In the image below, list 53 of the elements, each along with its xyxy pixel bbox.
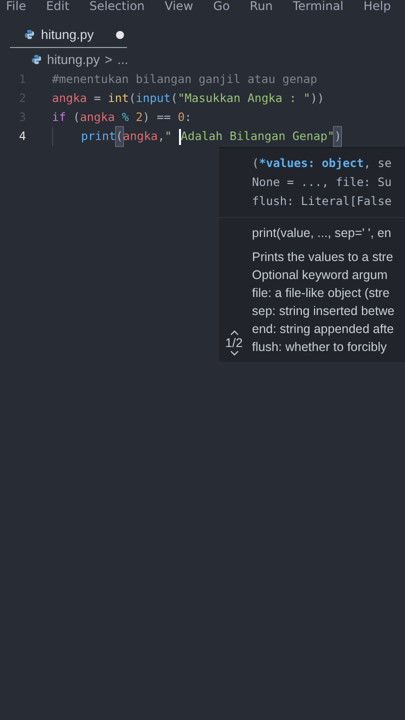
code-token: input bbox=[136, 90, 171, 107]
usage-text: print(value, ..., sep=' ', en bbox=[219, 217, 405, 244]
code-token: angka bbox=[122, 128, 158, 145]
doc-text: Optional keyword argum bbox=[252, 267, 388, 284]
signature-line: None = ..., file: Su bbox=[252, 174, 393, 191]
code-token: #menentukan bilangan ganjil atau genap bbox=[52, 71, 318, 88]
signature-line: (*values: object, se bbox=[252, 155, 393, 172]
code-token: 0 bbox=[178, 109, 185, 126]
code-token: " bbox=[164, 128, 173, 145]
code-token: angka bbox=[80, 109, 115, 126]
code-token: % bbox=[120, 109, 130, 126]
menu-item[interactable]: Selection bbox=[89, 0, 145, 12]
doc-text: flush: whether to forcibly bbox=[252, 339, 388, 356]
doc-text: Prints the values to a stre bbox=[252, 249, 394, 266]
code-token: ( bbox=[128, 90, 136, 107]
code-token: )) bbox=[310, 90, 324, 107]
code-token: angka bbox=[52, 90, 87, 107]
line-number: 4 bbox=[18, 128, 27, 145]
breadcrumb-item[interactable]: hitung.py bbox=[47, 52, 100, 66]
code-token: if bbox=[52, 109, 66, 126]
chevron-up-icon[interactable] bbox=[230, 330, 238, 336]
menu-item[interactable]: Run bbox=[250, 0, 273, 12]
code-token: ) bbox=[334, 127, 342, 146]
code-token: ( bbox=[116, 127, 123, 146]
menu-item[interactable]: Help bbox=[364, 0, 391, 12]
menu-item[interactable]: Go bbox=[213, 0, 230, 12]
breadcrumb-separator: > bbox=[104, 52, 112, 66]
code-token: "Masukkan Angka : " bbox=[178, 90, 310, 107]
code-token: print bbox=[81, 128, 116, 145]
overload-counter: 1/2 bbox=[225, 336, 243, 350]
doc-text: sep: string inserted betwe bbox=[252, 303, 396, 320]
code-token: int bbox=[108, 90, 129, 107]
menu-item[interactable]: Terminal bbox=[292, 0, 344, 12]
signature-line: flush: Literal[False bbox=[252, 193, 393, 210]
code-token: , bbox=[158, 128, 165, 145]
menu-item[interactable]: File bbox=[6, 0, 26, 12]
code-token: ( bbox=[72, 109, 80, 126]
menu-item[interactable]: View bbox=[164, 0, 194, 12]
breadcrumb-item[interactable]: ... bbox=[117, 52, 128, 66]
editor-tab[interactable]: hitung.py bbox=[10, 22, 127, 48]
doc-text: file: a file-like object (stre bbox=[252, 285, 391, 302]
code-token: Adalah Bilangan Genap" bbox=[180, 128, 334, 145]
code-token: ) == bbox=[142, 109, 172, 126]
code-token: = bbox=[92, 90, 102, 107]
chevron-down-icon[interactable] bbox=[230, 350, 238, 356]
menu-item[interactable]: Edit bbox=[46, 0, 70, 12]
python-icon bbox=[31, 54, 42, 64]
python-icon bbox=[24, 29, 35, 40]
code-token: ( bbox=[170, 90, 178, 107]
code-token: : bbox=[184, 109, 192, 126]
code-token: 2 bbox=[136, 109, 143, 126]
doc-text: end: string appended afte bbox=[252, 321, 395, 338]
unsaved-dot-icon bbox=[116, 30, 124, 38]
